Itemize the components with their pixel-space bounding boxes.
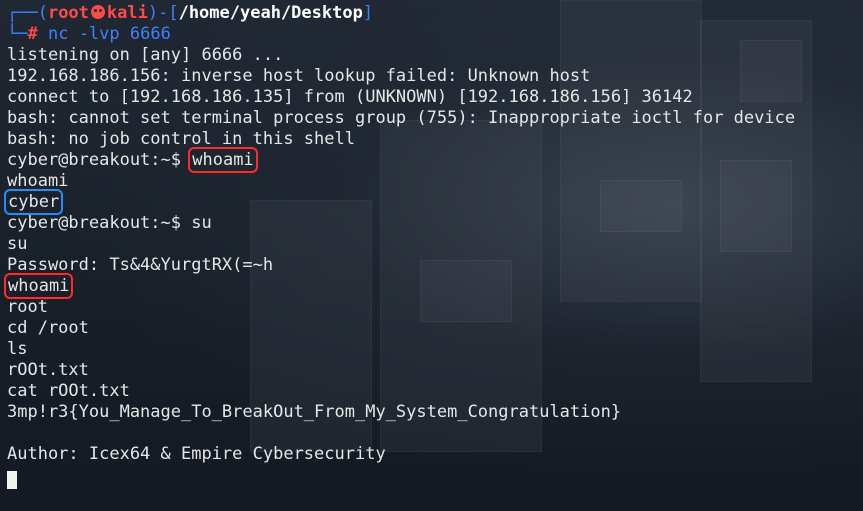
output-line: ls [7, 339, 28, 359]
prompt-corner: └─ [7, 24, 28, 44]
output-line: 192.168.186.156: inverse host lookup fai… [7, 66, 591, 86]
shell-prompt-line: cyber@breakout:~$ su [7, 213, 212, 234]
prompt-open: ┌──( [7, 3, 48, 23]
terminal[interactable]: ┌──(root kali)-[/home/yeah/Desktop] └─# n… [3, 3, 863, 511]
user-result-highlight: cyber [3, 189, 64, 215]
whoami-root-highlight: whoami [3, 273, 74, 299]
prompt-line-2: └─# nc -lvp 6666 [7, 24, 171, 45]
prompt-hash: # [27, 24, 38, 44]
prompt-sep: )-[ [147, 3, 179, 23]
flag-line: 3mp!r3{You_Manage_To_BreakOut_From_My_Sy… [7, 402, 622, 422]
kali-skull-icon [90, 5, 105, 19]
output-line: cyber [3, 189, 64, 215]
output-line: whoami [7, 171, 69, 191]
output-line: bash: no job control in this shell [7, 129, 355, 149]
output-line: su [7, 234, 28, 254]
output-line: listening on [any] 6666 ... [7, 45, 284, 65]
prompt-host: kali [106, 3, 148, 23]
shell-prompt: cyber@breakout:~$ [7, 150, 181, 170]
terminal-cursor[interactable] [7, 471, 17, 489]
author-line: Author: Icex64 & Empire Cybersecurity [7, 444, 386, 464]
nc-command: nc -lvp 6666 [47, 24, 171, 44]
shell-prompt-line: cyber@breakout:~$ whoami [7, 147, 258, 173]
prompt-close: ] [362, 3, 374, 23]
output-line: rOOt.txt [7, 360, 89, 380]
prompt-user: root [47, 3, 89, 23]
prompt-line-1: ┌──(root kali)-[/home/yeah/Desktop] [7, 3, 373, 24]
su-command: su [191, 213, 212, 233]
output-line: bash: cannot set terminal process group … [7, 108, 796, 128]
password-line: Password: Ts&4&YurgtRX(=~h [7, 255, 274, 275]
output-line: cd /root [7, 318, 89, 338]
output-line: whoami [3, 273, 74, 299]
output-line: root [7, 297, 48, 317]
prompt-path: /home/yeah/Desktop [178, 3, 363, 23]
output-line: cat rOOt.txt [7, 381, 130, 401]
whoami-command-highlight: whoami [188, 147, 258, 173]
output-line: connect to [192.168.186.135] from (UNKNO… [7, 87, 693, 107]
shell-prompt: cyber@breakout:~$ [7, 213, 181, 233]
